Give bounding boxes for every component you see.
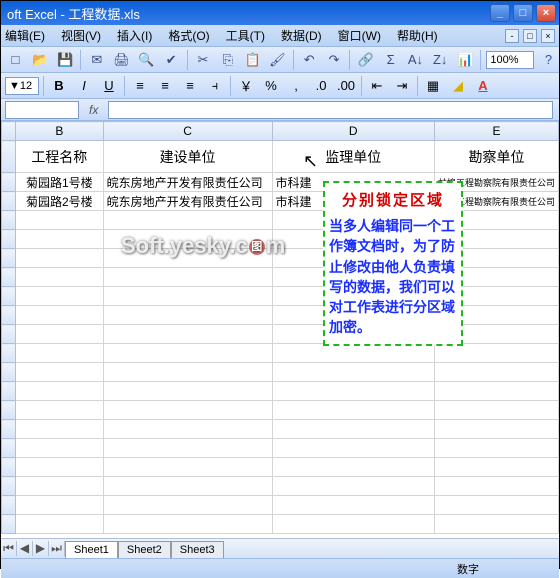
underline-button[interactable]: U — [98, 75, 120, 97]
menu-help[interactable]: 帮助(H) — [397, 27, 438, 44]
merge-icon[interactable]: ⫞ — [204, 75, 226, 97]
formula-input[interactable] — [108, 101, 553, 119]
menu-tools[interactable]: 工具(T) — [226, 27, 265, 44]
bold-button[interactable]: B — [48, 75, 70, 97]
mail-icon[interactable]: ✉ — [86, 49, 107, 71]
percent-icon[interactable]: % — [260, 75, 282, 97]
align-center-icon[interactable]: ≡ — [154, 75, 176, 97]
standard-toolbar: □ 📂 💾 ✉ 🖨 🔍 ✔ ✂ ⎘ 📋 🖌 ↶ ↷ 🔗 Σ A↓ Z↓ 📊 10… — [1, 47, 559, 73]
col-header-b[interactable]: B — [16, 122, 104, 141]
print-icon[interactable]: 🖨 — [111, 49, 132, 71]
tab-nav-next-icon[interactable]: ▶ — [33, 541, 49, 556]
status-bar: 数字 — [1, 558, 559, 578]
increase-decimal-icon[interactable]: .0 — [310, 75, 332, 97]
redo-icon[interactable]: ↷ — [324, 49, 345, 71]
sheet-tab-1[interactable]: Sheet1 — [65, 541, 118, 558]
row-header[interactable] — [2, 141, 16, 173]
tab-nav-last-icon[interactable]: ⏭ — [49, 541, 65, 556]
mdi-restore-button[interactable]: □ — [523, 29, 537, 43]
undo-icon[interactable]: ↶ — [299, 49, 320, 71]
save-icon[interactable]: 💾 — [55, 49, 76, 71]
new-icon[interactable]: □ — [5, 49, 26, 71]
copy-icon[interactable]: ⎘ — [217, 49, 238, 71]
align-right-icon[interactable]: ≡ — [179, 75, 201, 97]
menu-format[interactable]: 格式(O) — [168, 27, 209, 44]
formula-bar: fx — [1, 99, 559, 121]
col-header-d[interactable]: D — [272, 122, 434, 141]
link-icon[interactable]: 🔗 — [355, 49, 376, 71]
tab-nav-prev-icon[interactable]: ◀ — [17, 541, 33, 556]
cut-icon[interactable]: ✂ — [193, 49, 214, 71]
cell-header-e[interactable]: 勘察单位 — [434, 141, 558, 173]
font-color-icon[interactable]: A — [472, 75, 494, 97]
spell-icon[interactable]: ✔ — [161, 49, 182, 71]
cell-header-c[interactable]: 建设单位 — [103, 141, 272, 173]
autosum-icon[interactable]: Σ — [380, 49, 401, 71]
cell[interactable]: 菊园路1号楼 — [16, 173, 104, 192]
font-size-select[interactable]: ▼ 12 — [5, 77, 39, 95]
menu-insert[interactable]: 插入(I) — [117, 27, 152, 44]
align-left-icon[interactable]: ≡ — [129, 75, 151, 97]
menu-window[interactable]: 窗口(W) — [338, 27, 381, 44]
cell-header-b[interactable]: 工程名称 — [16, 141, 104, 173]
callout-title: 分别锁定区域 — [329, 189, 457, 210]
sheet-tab-3[interactable]: Sheet3 — [171, 541, 224, 558]
select-all-corner[interactable] — [2, 122, 16, 141]
format-painter-icon[interactable]: 🖌 — [267, 49, 288, 71]
increase-indent-icon[interactable]: ⇥ — [391, 75, 413, 97]
preview-icon[interactable]: 🔍 — [136, 49, 157, 71]
sort-asc-icon[interactable]: A↓ — [405, 49, 426, 71]
row-header[interactable] — [2, 173, 16, 192]
window-title: oft Excel - 工程数据.xls — [7, 4, 490, 23]
minimize-button[interactable]: _ — [490, 4, 510, 22]
menu-view[interactable]: 视图(V) — [61, 27, 101, 44]
zoom-select[interactable]: 100% — [486, 51, 534, 69]
cell[interactable]: 皖东房地产开发有限责任公司 — [103, 173, 272, 192]
tab-nav-first-icon[interactable]: ⏮ — [1, 541, 17, 556]
col-header-e[interactable]: E — [434, 122, 558, 141]
menu-edit[interactable]: 编辑(E) — [5, 27, 45, 44]
sheet-tab-2[interactable]: Sheet2 — [118, 541, 171, 558]
cell[interactable]: 菊园路2号楼 — [16, 192, 104, 211]
italic-button[interactable]: I — [73, 75, 95, 97]
cell[interactable]: 皖东房地产开发有限责任公司 — [103, 192, 272, 211]
col-header-c[interactable]: C — [103, 122, 272, 141]
cell-header-d[interactable]: 监理单位 — [272, 141, 434, 173]
decrease-decimal-icon[interactable]: .00 — [335, 75, 357, 97]
callout-body: 当多人编辑同一个工作簿文档时，为了防止修改由他人负责填写的数据，我们可以对工作表… — [329, 216, 457, 338]
maximize-button[interactable]: □ — [513, 4, 533, 22]
worksheet-grid[interactable]: B C D E 工程名称 建设单位 监理单位 勘察单位 菊园路1号楼 皖东房地产… — [1, 121, 559, 558]
row-header[interactable] — [2, 192, 16, 211]
open-icon[interactable]: 📂 — [30, 49, 51, 71]
comma-icon[interactable]: , — [285, 75, 307, 97]
paste-icon[interactable]: 📋 — [242, 49, 263, 71]
decrease-indent-icon[interactable]: ⇤ — [366, 75, 388, 97]
fill-color-icon[interactable]: ◢ — [447, 75, 469, 97]
chart-icon[interactable]: 📊 — [455, 49, 476, 71]
sort-desc-icon[interactable]: Z↓ — [430, 49, 451, 71]
watermark: Soft.yesky.c图m — [121, 233, 285, 259]
close-button[interactable]: × — [536, 4, 556, 22]
mdi-minimize-button[interactable]: - — [505, 29, 519, 43]
format-toolbar: ▼ 12 B I U ≡ ≡ ≡ ⫞ ￥ % , .0 .00 ⇤ ⇥ ▦ ◢ … — [1, 73, 559, 99]
sheet-tabs-bar: ⏮ ◀ ▶ ⏭ Sheet1 Sheet2 Sheet3 — [1, 538, 559, 558]
title-bar: oft Excel - 工程数据.xls _ □ × — [1, 1, 559, 25]
menu-bar: 编辑(E) 视图(V) 插入(I) 格式(O) 工具(T) 数据(D) 窗口(W… — [1, 25, 559, 47]
name-box[interactable] — [5, 101, 79, 119]
currency-icon[interactable]: ￥ — [235, 75, 257, 97]
menu-data[interactable]: 数据(D) — [281, 27, 322, 44]
help-icon[interactable]: ? — [538, 49, 559, 71]
mdi-close-button[interactable]: × — [541, 29, 555, 43]
borders-icon[interactable]: ▦ — [422, 75, 444, 97]
fx-icon[interactable]: fx — [89, 103, 98, 117]
tooltip-callout: 分别锁定区域 当多人编辑同一个工作簿文档时，为了防止修改由他人负责填写的数据，我… — [323, 181, 463, 346]
